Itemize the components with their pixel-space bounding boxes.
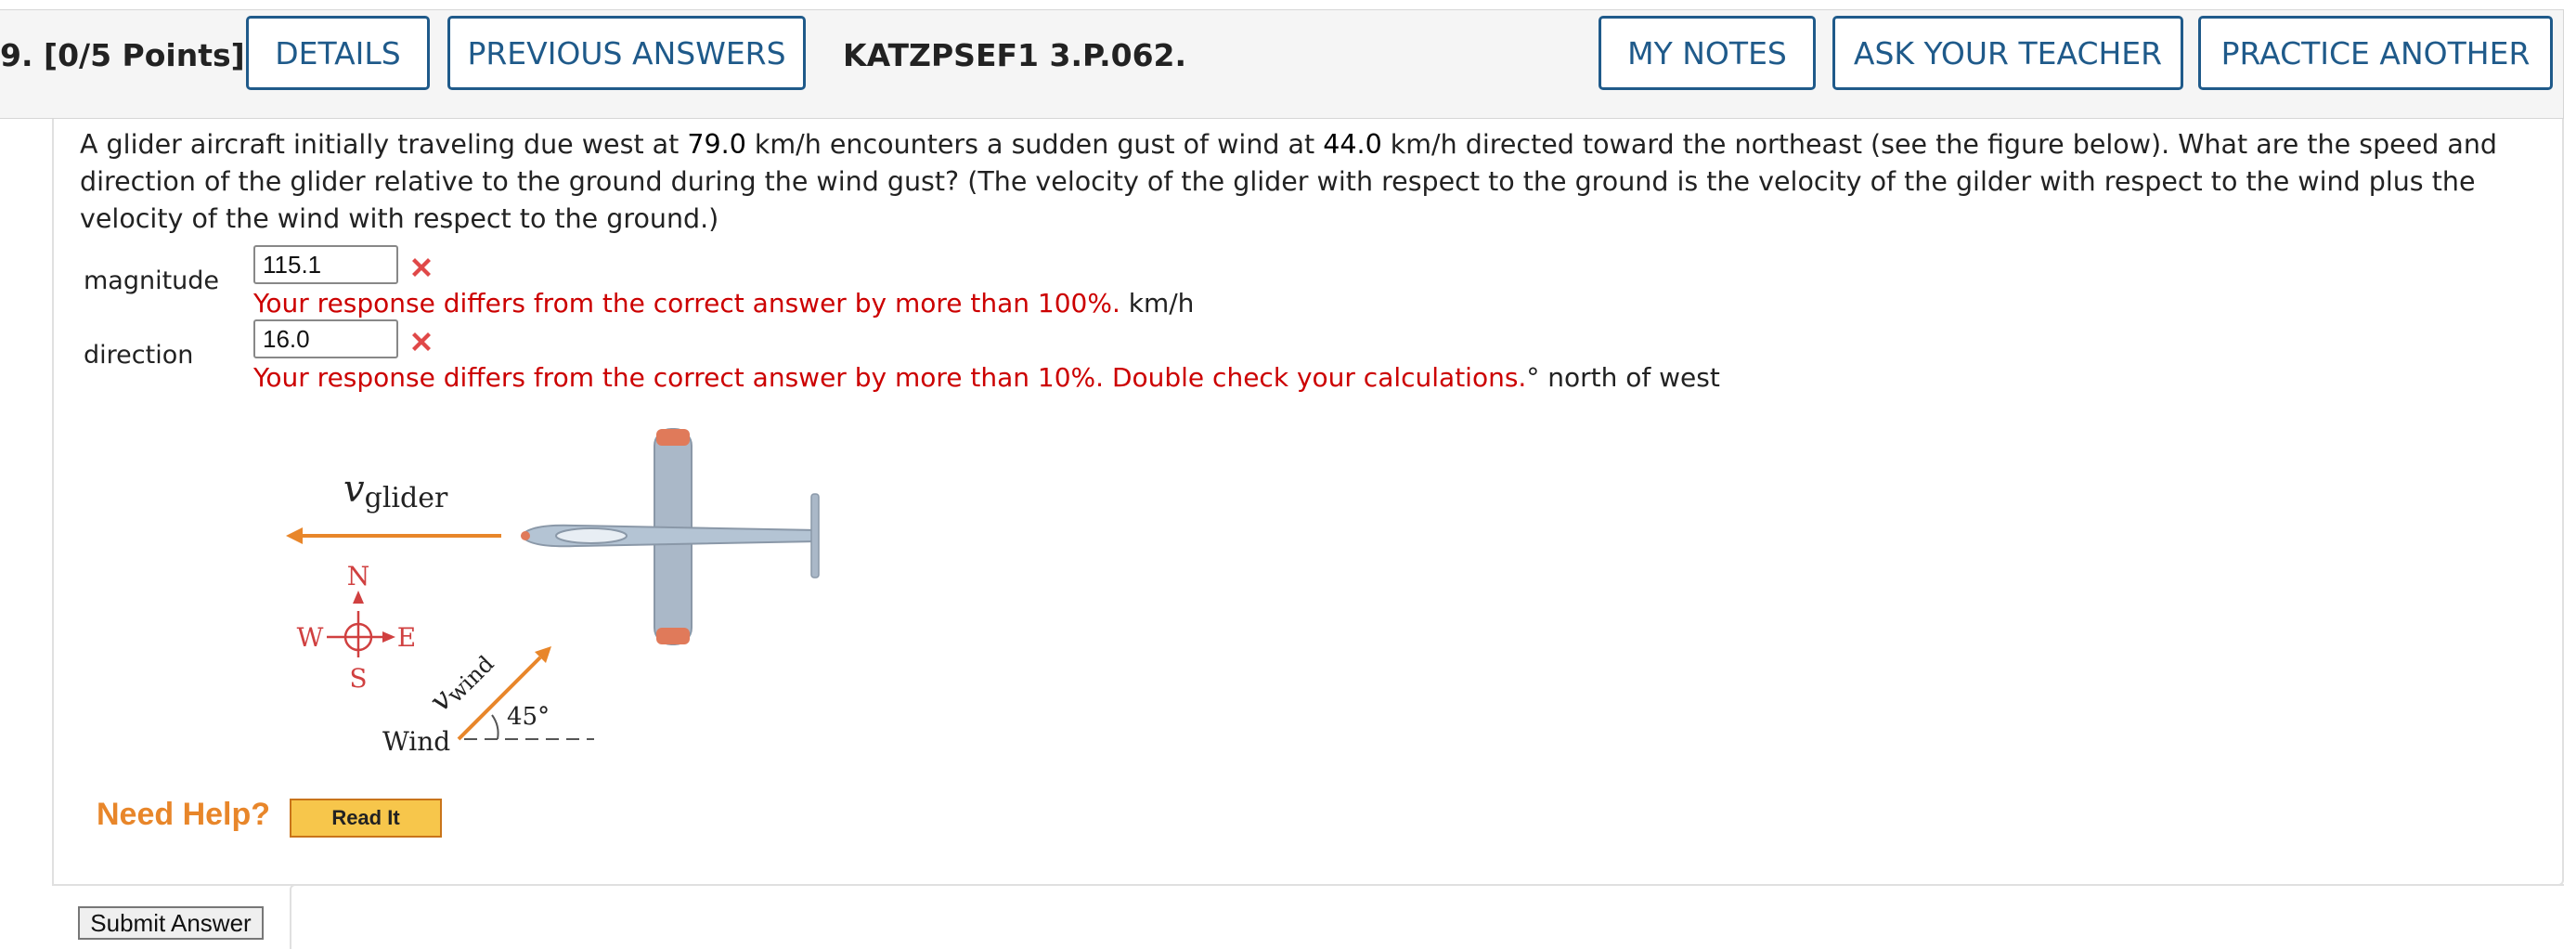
direction-label: direction — [84, 341, 194, 370]
question-number: 9. — [0, 37, 33, 73]
angle-label: 45° — [507, 703, 550, 731]
compass-s-label: S — [349, 663, 367, 694]
v-glider-label: vglider — [343, 468, 448, 514]
compass-rose-icon: N S E W — [297, 561, 417, 694]
question-text-part: A glider aircraft initially traveling du… — [80, 129, 688, 160]
wind-label: Wind — [382, 726, 450, 757]
magnitude-label: magnitude — [84, 266, 220, 295]
question-text-part: km/h encounters a sudden gust of wind at — [745, 129, 1324, 160]
practice-another-button[interactable]: PRACTICE ANOTHER — [2198, 16, 2553, 90]
wind-speed-value: 44.0 — [1323, 129, 1382, 160]
read-it-button[interactable]: Read It — [290, 799, 442, 838]
previous-answers-button[interactable]: PREVIOUS ANSWERS — [447, 16, 806, 90]
magnitude-unit: km/h — [1120, 288, 1195, 318]
compass-w-label: W — [297, 622, 324, 653]
glider-wind-figure: vglider N S E W v wind 45° Wind — [286, 428, 820, 757]
v-glider-subscript: glider — [365, 482, 448, 514]
need-help-label: Need Help? — [97, 797, 271, 832]
direction-input[interactable] — [253, 319, 398, 358]
v-wind-subscript: wind — [442, 651, 499, 708]
points-label: [0/5 Points] — [44, 37, 245, 73]
compass-e-label: E — [397, 622, 416, 653]
question-code: KATZPSEF1 3.P.062. — [843, 37, 1187, 73]
details-button[interactable]: DETAILS — [246, 16, 430, 90]
question-text: A glider aircraft initially traveling du… — [80, 126, 2540, 238]
glider-speed-value: 79.0 — [687, 129, 746, 160]
incorrect-x-icon — [412, 332, 431, 351]
magnitude-feedback-text: Your response differs from the correct a… — [253, 288, 1120, 318]
compass-n-label: N — [347, 561, 370, 592]
question-number-points: 9. [0/5 Points] — [0, 37, 245, 73]
glider-velocity-arrow — [286, 527, 501, 544]
magnitude-feedback: Your response differs from the correct a… — [253, 288, 1194, 318]
direction-unit: ° north of west — [1526, 362, 1720, 393]
magnitude-input[interactable] — [253, 245, 398, 284]
incorrect-x-icon — [412, 258, 431, 277]
next-question-box — [290, 884, 2564, 949]
v-glider-symbol: v — [343, 468, 365, 511]
ask-your-teacher-button[interactable]: ASK YOUR TEACHER — [1832, 16, 2183, 90]
glider-airplane-icon — [520, 428, 820, 645]
direction-feedback-text: Your response differs from the correct a… — [253, 362, 1527, 393]
submit-answer-button[interactable]: Submit Answer — [78, 906, 264, 940]
my-notes-button[interactable]: MY NOTES — [1599, 16, 1816, 90]
direction-feedback: Your response differs from the correct a… — [253, 362, 1720, 393]
